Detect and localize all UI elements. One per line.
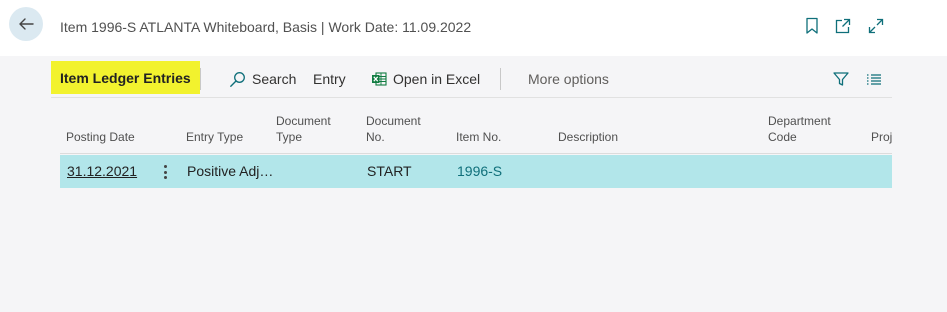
column-label: Type (276, 130, 303, 144)
column-header-project[interactable]: Proj (871, 129, 892, 145)
filter-icon (833, 72, 849, 86)
column-label: No. (366, 130, 385, 144)
column-label: Code (768, 130, 797, 144)
more-options-button[interactable]: More options (528, 68, 609, 90)
column-label: Description (558, 130, 619, 144)
more-options-label: More options (528, 71, 609, 87)
page-title: Item 1996-S ATLANTA Whiteboard, Basis | … (60, 19, 472, 35)
column-header-description[interactable]: Description (558, 129, 618, 145)
list-view-icon (867, 74, 881, 85)
column-header-document-type[interactable]: Document Type (276, 113, 331, 145)
bookmark-button[interactable] (802, 16, 822, 36)
row-actions-icon[interactable] (159, 163, 171, 181)
open-in-excel-label: Open in Excel (393, 71, 481, 87)
column-label: Document (366, 114, 421, 128)
filter-button[interactable] (832, 68, 856, 90)
entry-type-cell: Positive Adj… (187, 163, 274, 179)
divider (500, 68, 501, 90)
expand-button[interactable] (866, 16, 886, 36)
document-no-cell: START (367, 163, 412, 179)
search-button[interactable]: Search (229, 68, 296, 90)
column-header-document-no[interactable]: Document No. (366, 113, 421, 145)
back-button[interactable] (9, 7, 43, 41)
grid-header: Posting Date Entry Type Document Type Do… (60, 110, 892, 154)
item-no-cell[interactable]: 1996-S (457, 163, 502, 179)
column-label: Document (276, 114, 331, 128)
open-new-window-button[interactable] (833, 16, 853, 36)
open-in-excel-button[interactable]: Open in Excel (371, 68, 480, 90)
column-label: Entry Type (186, 130, 244, 144)
back-arrow-icon (19, 18, 34, 30)
page-header: Item 1996-S ATLANTA Whiteboard, Basis | … (0, 0, 947, 56)
column-header-department-code[interactable]: Department Code (768, 113, 831, 145)
table-row[interactable]: 31.12.2021 Positive Adj… START 1996-S (60, 155, 892, 188)
entry-button[interactable]: Entry (313, 68, 346, 90)
entry-label: Entry (313, 71, 346, 87)
posting-date-cell[interactable]: 31.12.2021 (67, 163, 137, 179)
column-label: Posting Date (66, 130, 135, 144)
divider (200, 68, 201, 90)
list-view-button[interactable] (866, 68, 888, 90)
search-label: Search (252, 71, 297, 87)
excel-icon (372, 72, 387, 86)
bookmark-icon (806, 17, 818, 34)
action-bar: Item Ledger Entries Search Entry Open in… (51, 60, 892, 98)
column-header-entry-type[interactable]: Entry Type (186, 129, 243, 145)
page-name-tab[interactable]: Item Ledger Entries (51, 61, 200, 94)
open-new-window-icon (835, 18, 851, 34)
search-icon (230, 71, 245, 87)
column-label: Proj (871, 130, 893, 144)
expand-icon (868, 18, 884, 34)
column-header-item-no[interactable]: Item No. (456, 129, 501, 145)
column-label: Department (768, 114, 831, 128)
column-label: Item No. (456, 130, 502, 144)
column-header-posting-date[interactable]: Posting Date (66, 129, 135, 145)
